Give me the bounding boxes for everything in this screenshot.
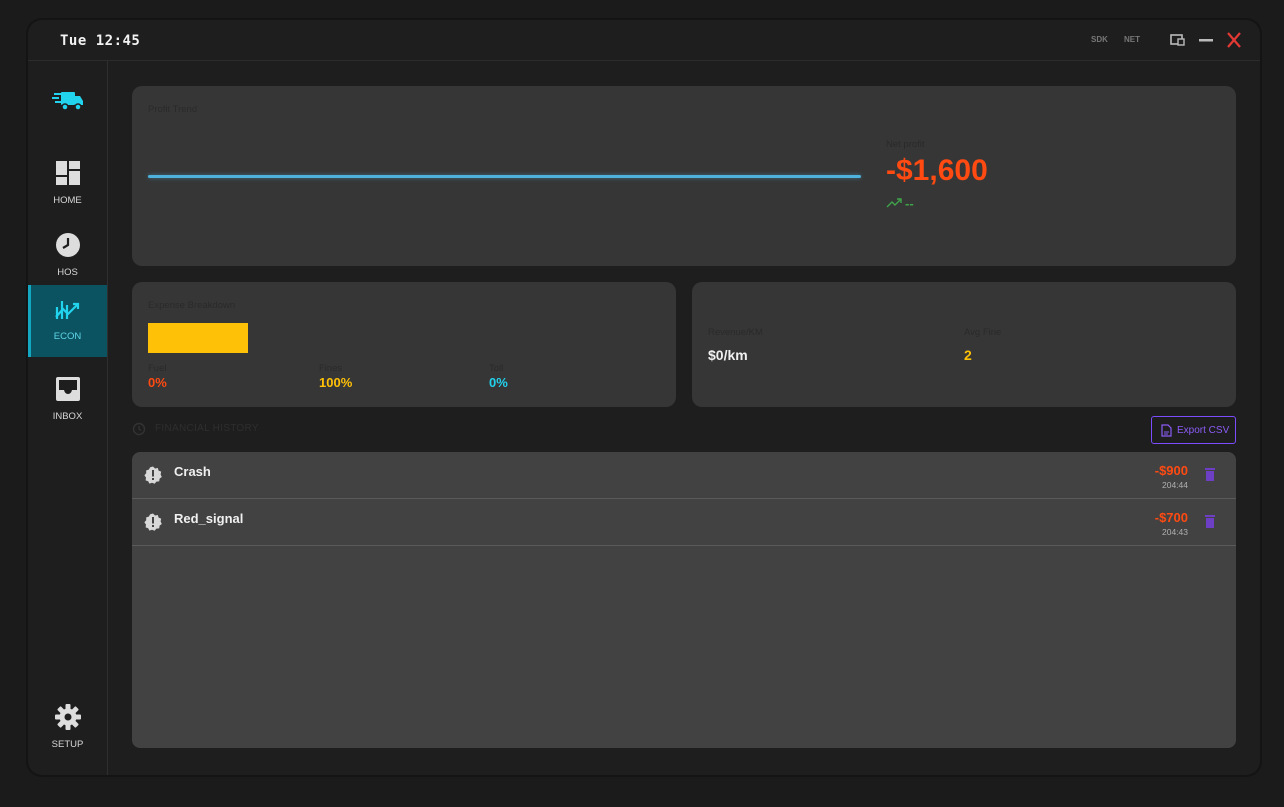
fines-share-bar [148, 323, 248, 353]
close-icon[interactable] [1225, 32, 1243, 48]
app-window: Tue 12:45 SDK NET HOME HOS ECON INBOX SE… [28, 20, 1260, 775]
financial-history-title: FINANCIAL HISTORY [155, 423, 259, 434]
delete-icon[interactable] [1204, 467, 1216, 482]
window-mode-icon[interactable] [1169, 32, 1187, 48]
history-row-time: 204:43 [1162, 527, 1188, 537]
history-row-amount: -$700 [1154, 510, 1188, 525]
nav-hos-label: HOS [57, 267, 78, 278]
dashboard-icon [56, 161, 80, 185]
nav-inbox-label: INBOX [52, 411, 83, 422]
history-icon [132, 422, 146, 436]
expense-title: Expense Breakdown [148, 300, 236, 311]
avg-fine-label: Avg Fine [964, 327, 1002, 338]
toll-value: 0% [489, 375, 508, 390]
net-profit-trend: -- [905, 196, 914, 211]
title-bar: Tue 12:45 SDK NET [28, 20, 1260, 61]
fines-label: Fines [319, 363, 343, 374]
profit-trend-card: Profit Trend Net profit -$1,600 -- [132, 86, 1236, 266]
nav-econ[interactable]: ECON [28, 285, 107, 357]
clock: Tue 12:45 [60, 33, 141, 49]
avg-fine-value: 2 [964, 347, 972, 363]
net-profit-label: Net profit [886, 139, 925, 150]
net-badge: NET [1124, 35, 1140, 44]
history-row[interactable]: Red_signal -$700 204:43 [132, 499, 1236, 546]
export-csv-button[interactable]: Export CSV [1151, 416, 1236, 444]
history-row-time: 204:44 [1162, 480, 1188, 490]
delete-icon[interactable] [1204, 514, 1216, 529]
export-csv-label: Export CSV [1177, 425, 1230, 436]
revenue-per-km-value: $0/km [708, 347, 748, 363]
nav-hos[interactable]: HOS [28, 221, 107, 293]
nav-setup[interactable]: SETUP [28, 693, 107, 765]
expense-breakdown-card: Expense Breakdown Fuel 0% Fines 100% Tol… [132, 282, 676, 407]
metrics-card: Revenue/KM $0/km Avg Fine 2 [692, 282, 1236, 407]
fuel-label: Fuel [148, 363, 167, 374]
nav-home-label: HOME [53, 195, 82, 206]
profit-trend-title: Profit Trend [148, 104, 198, 115]
net-profit-value: -$1,600 [886, 154, 988, 187]
history-row-name: Crash [174, 464, 211, 479]
inbox-icon [56, 377, 80, 401]
clock-icon [56, 233, 80, 257]
toll-label: Toll [489, 363, 504, 374]
warning-badge-icon [144, 513, 162, 531]
gear-icon [55, 704, 81, 730]
nav-econ-label: ECON [53, 331, 82, 342]
fines-value: 100% [319, 375, 353, 390]
history-row-name: Red_signal [174, 511, 244, 526]
nav-home[interactable]: HOME [28, 149, 107, 221]
nav-setup-label: SETUP [51, 739, 84, 750]
minimize-icon[interactable] [1197, 32, 1215, 48]
history-row[interactable]: Crash -$900 204:44 [132, 452, 1236, 499]
history-list: Crash -$900 204:44 Red_signal -$700 204:… [132, 452, 1236, 748]
revenue-per-km-label: Revenue/KM [708, 327, 763, 338]
warning-badge-icon [144, 466, 162, 484]
trend-chart-icon [55, 301, 80, 319]
sdk-badge: SDK [1091, 35, 1108, 44]
profit-trend-line [148, 175, 861, 178]
sidebar: HOME HOS ECON INBOX SETUP [28, 61, 108, 775]
truck-icon[interactable] [52, 89, 84, 113]
nav-inbox[interactable]: INBOX [28, 365, 107, 437]
history-row-amount: -$900 [1154, 463, 1188, 478]
file-icon [1161, 424, 1172, 437]
fuel-value: 0% [148, 375, 167, 390]
trending-up-icon [886, 198, 902, 208]
